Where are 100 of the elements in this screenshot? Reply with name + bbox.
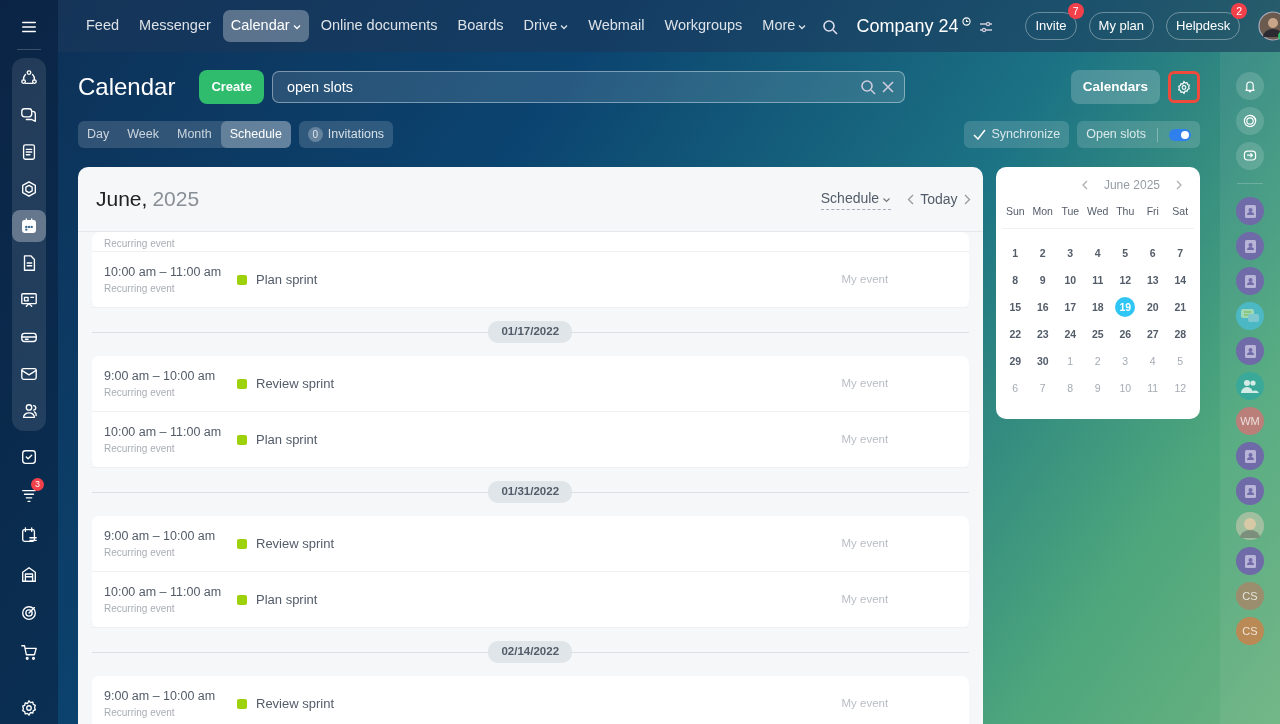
warehouse-icon — [20, 565, 38, 583]
synchronize-label: Synchronize — [991, 126, 1061, 144]
calendar-day[interactable]: 14 — [1170, 269, 1191, 290]
previous-icon[interactable] — [1081, 180, 1088, 190]
calendar-day[interactable]: 24 — [1060, 323, 1081, 344]
contact-avatar[interactable] — [1236, 442, 1264, 470]
calendar-day[interactable]: 21 — [1170, 296, 1191, 317]
notification-badge: 2 — [1231, 3, 1248, 20]
event-time: 10:00 am – 11:00 am — [104, 263, 223, 281]
chat-button[interactable] — [1236, 142, 1264, 170]
date-label: 02/14/2022 — [488, 641, 573, 663]
contact-avatar[interactable] — [1236, 267, 1264, 295]
nav-link[interactable]: Workgroups — [656, 10, 751, 42]
settings-icon — [20, 699, 38, 717]
event-owner: My event — [841, 591, 890, 607]
contact-avatar[interactable] — [1236, 477, 1264, 505]
calendar-day[interactable]: 1 — [1005, 242, 1026, 263]
calendars-button[interactable]: Calendars — [1070, 69, 1160, 105]
spiral-button[interactable] — [1236, 107, 1264, 135]
calendar-day[interactable]: 13 — [1142, 269, 1163, 290]
event-row[interactable]: 9:00 am – 10:00 am Recurring event Review sprint My event — [92, 676, 969, 724]
calendar-day[interactable]: 15 — [1005, 296, 1026, 317]
toggle-switch[interactable] — [1169, 128, 1191, 141]
nav-link[interactable]: Webmail — [580, 10, 653, 42]
contact-icon — [1244, 554, 1256, 568]
nav-link[interactable]: Feed — [78, 10, 128, 42]
calendar-day[interactable]: 16 — [1032, 296, 1053, 317]
event-owner: My event — [841, 271, 890, 287]
nav-link[interactable]: Drive — [515, 10, 577, 42]
event-note: Recurring event — [104, 386, 176, 401]
contact-avatar[interactable] — [1236, 232, 1264, 260]
calendar-day[interactable]: 18 — [1087, 296, 1108, 317]
calendar-day[interactable]: 6 — [1142, 242, 1163, 263]
calendar-day[interactable]: 25 — [1087, 323, 1108, 344]
calendar-day[interactable]: 12 — [1115, 269, 1136, 290]
event-title: Review sprint — [256, 534, 336, 553]
view-selector[interactable]: Schedule — [820, 188, 892, 210]
calendar-day[interactable]: 5 — [1115, 242, 1136, 263]
close-icon[interactable] — [881, 81, 894, 93]
group-avatar[interactable] — [1236, 372, 1264, 400]
event-row[interactable]: 9:00 am – 10:00 am Recurring event Review sprint My event — [92, 516, 969, 572]
event-note: Recurring event — [104, 706, 176, 721]
calendar-day[interactable]: 7 — [1170, 242, 1191, 263]
event-row[interactable]: 9:00 am – 10:00 am Recurring event Review sprint My event — [92, 356, 969, 412]
nav-link[interactable]: Calendar — [222, 10, 309, 42]
event-row[interactable]: 10:00 am – 11:00 am Recurring event Plan sprint My event — [92, 412, 969, 468]
nav-link[interactable]: Boards — [449, 10, 512, 42]
nav-link[interactable]: Online documents — [312, 10, 446, 42]
calendar-day[interactable]: 8 — [1005, 269, 1026, 290]
count-badge: 0 — [307, 127, 323, 142]
calendar-day[interactable]: 4 — [1087, 242, 1108, 263]
calendar-day[interactable]: 22 — [1005, 323, 1026, 344]
calendar-day[interactable]: 29 — [1005, 350, 1026, 371]
invitations-button[interactable]: 0 Invitations — [298, 121, 394, 148]
event-time: 9:00 am – 10:00 am — [104, 367, 217, 385]
contact-avatar[interactable] — [1236, 337, 1264, 365]
event-title: Review sprint — [256, 374, 336, 393]
bell-icon — [1242, 78, 1258, 94]
calendar-day[interactable]: 23 — [1032, 323, 1053, 344]
search-icon[interactable] — [859, 79, 876, 95]
calendar-day[interactable]: 11 — [1087, 269, 1108, 290]
view-tab[interactable]: Day — [78, 121, 119, 148]
calendar-day[interactable]: 2 — [1032, 242, 1053, 263]
user-avatar[interactable] — [1258, 11, 1280, 41]
document-icon — [20, 143, 38, 161]
calendar-day[interactable]: 26 — [1115, 323, 1136, 344]
previous-icon[interactable] — [907, 193, 915, 205]
notification-badge: 7 — [1067, 3, 1084, 20]
settings-button[interactable] — [1168, 71, 1200, 103]
today-button[interactable]: Today — [914, 187, 964, 211]
event-row[interactable]: 10:00 am – 11:00 am Recurring event Plan sprint My event — [92, 252, 969, 308]
next-icon[interactable] — [1176, 180, 1182, 190]
calendar-day[interactable]: 3 — [1060, 242, 1081, 263]
calendar-day[interactable]: 27 — [1142, 323, 1163, 344]
calendar-day[interactable]: 17 — [1060, 296, 1081, 317]
contact-avatar[interactable] — [1236, 197, 1264, 225]
event-row[interactable]: 10:00 am – 11:00 am Recurring event Plan sprint My event — [92, 572, 969, 628]
event-owner: My event — [841, 535, 890, 551]
nav-link[interactable]: Messenger — [131, 10, 219, 42]
next-icon[interactable] — [963, 193, 971, 205]
nav-link[interactable]: More — [754, 10, 815, 42]
calendar-day[interactable]: 9 — [1032, 269, 1053, 290]
contact-avatar[interactable] — [1236, 547, 1264, 575]
calendar-day[interactable]: 20 — [1142, 296, 1163, 317]
date-label: 01/17/2022 — [488, 321, 573, 343]
weekday-label: Fri — [1139, 194, 1167, 229]
event-time: 10:00 am – 11:00 am — [104, 423, 223, 441]
settings-icon — [1177, 78, 1191, 96]
sidebar-item[interactable] — [12, 210, 46, 242]
view-tab[interactable]: Week — [118, 121, 168, 148]
calendar-day[interactable]: 28 — [1170, 323, 1191, 344]
people-icon — [20, 402, 38, 420]
view-tab[interactable]: Schedule — [220, 121, 291, 148]
sidebar-item[interactable]: 3 — [12, 480, 46, 512]
calendar-day[interactable]: 10 — [1060, 269, 1081, 290]
bell-button[interactable] — [1236, 72, 1264, 100]
calendar-day[interactable]: 30 — [1032, 350, 1053, 371]
contact-icon — [1244, 274, 1256, 288]
weekday-label: Sat — [1166, 194, 1194, 229]
view-tab[interactable]: Month — [167, 121, 221, 148]
